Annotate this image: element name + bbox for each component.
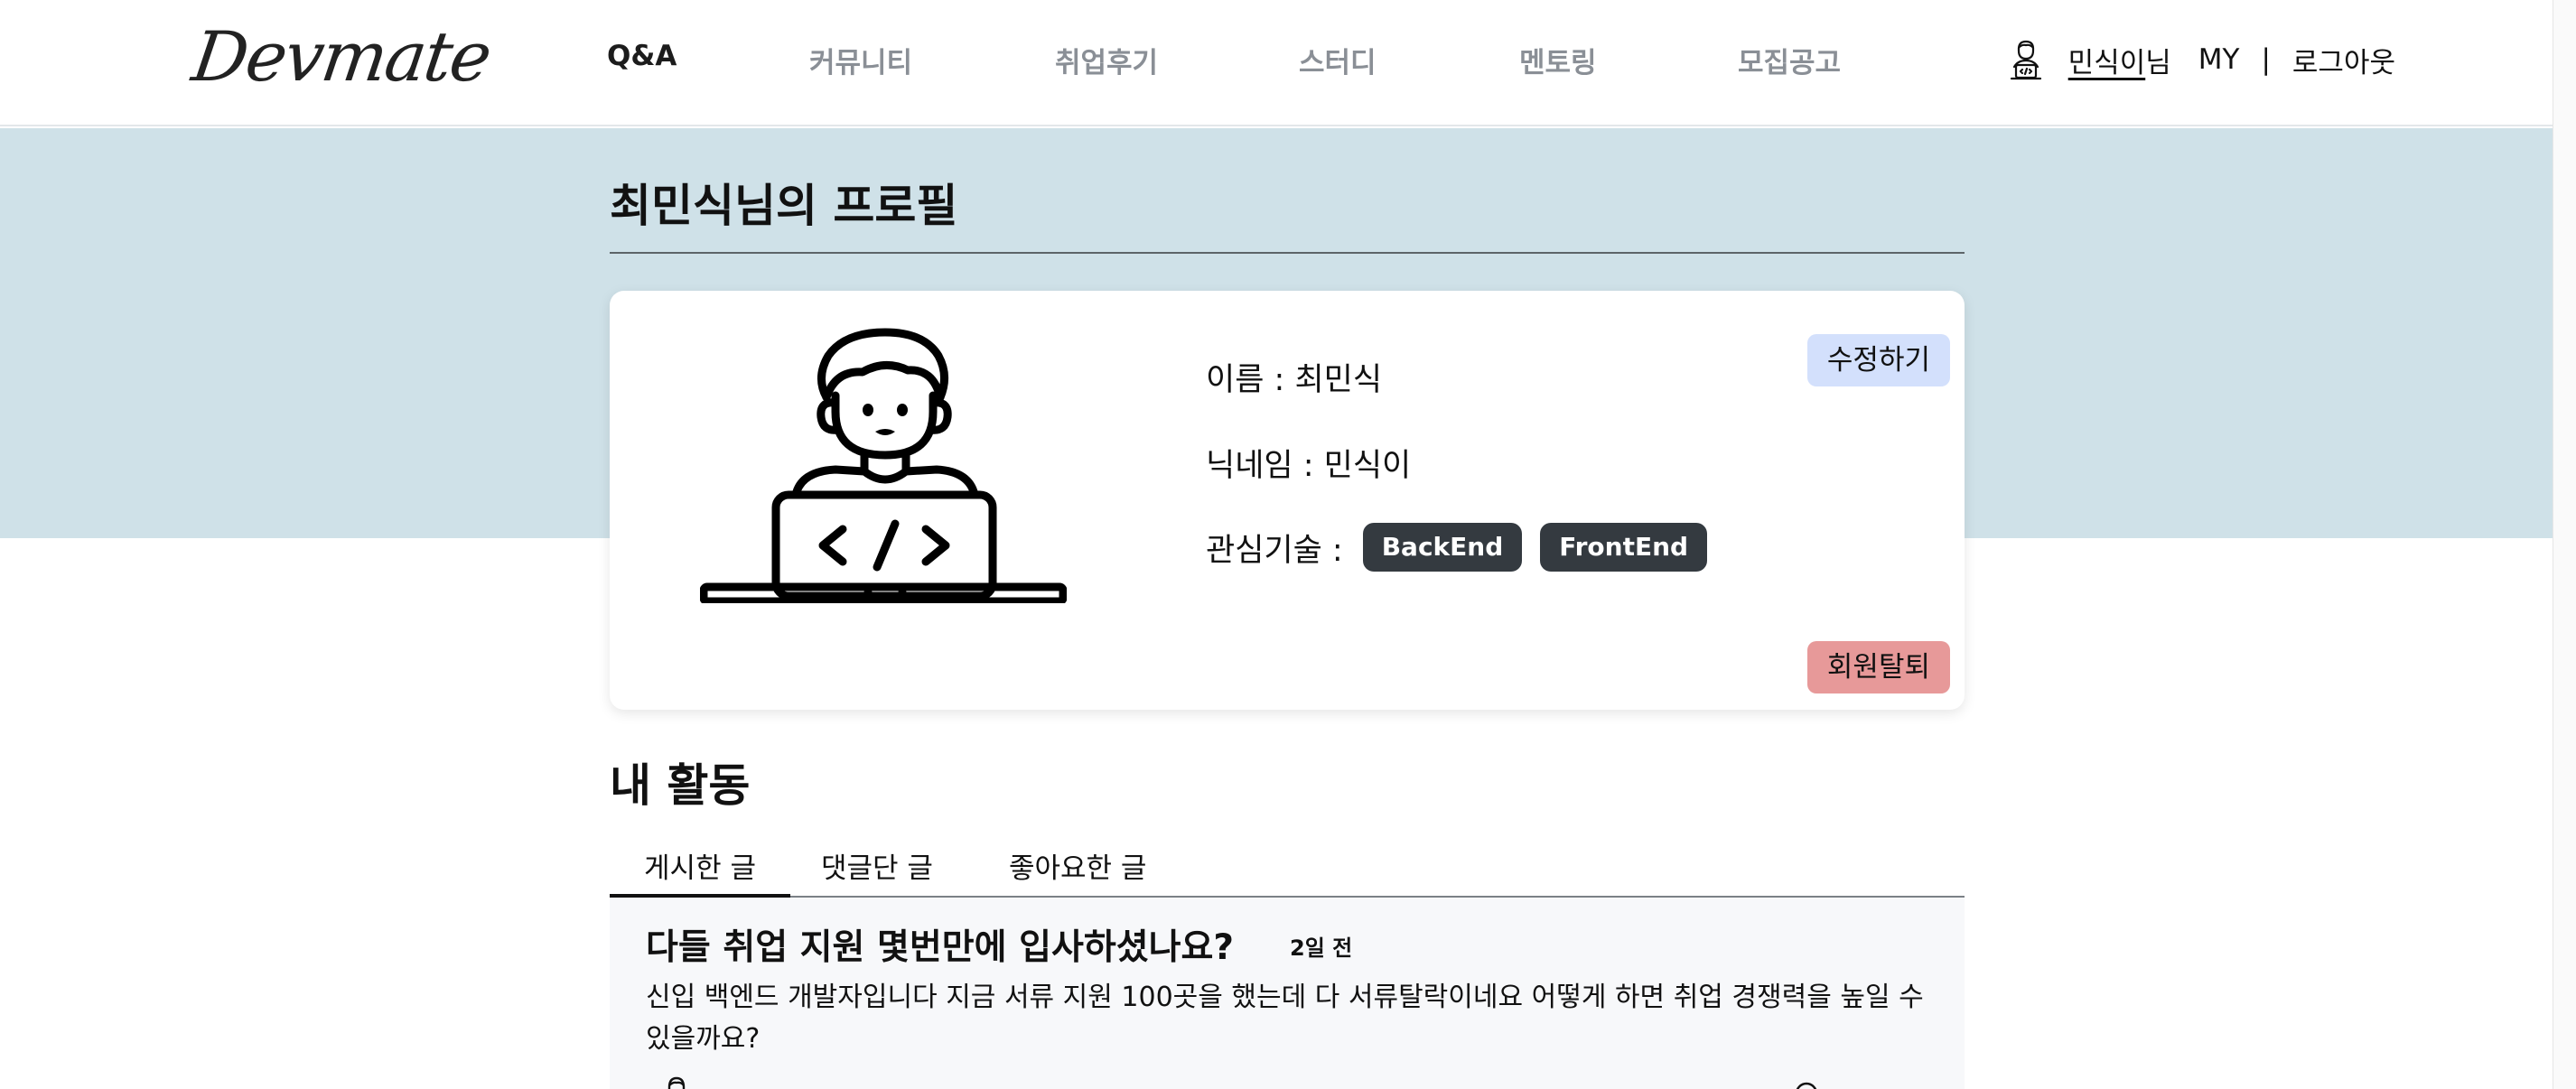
profile-card: 이름 : 최민식 닉네임 : 민식이 관심기술 : BackEnd FrontE… — [610, 291, 1965, 710]
nav-qna[interactable]: Q&A — [607, 40, 677, 72]
site-logo[interactable]: Devmate — [188, 16, 495, 97]
interest-label: 관심기술 : — [1206, 532, 1343, 569]
logout-link[interactable]: 로그아웃 — [2292, 40, 2395, 80]
user-name-link[interactable]: 민식이 — [2068, 40, 2146, 80]
tab-commented[interactable]: 댓글단 글 — [821, 845, 933, 886]
top-header: Devmate Q&A 커뮤니티 취업후기 스터디 멘토링 모집공고 민식이 님… — [0, 0, 2576, 126]
post-title[interactable]: 다들 취업 지원 몇번만에 입사하셨나요? — [646, 919, 1234, 970]
nav-community[interactable]: 커뮤니티 — [809, 40, 912, 80]
interest-row: 관심기술 : BackEnd FrontEnd — [1206, 523, 1708, 572]
page-scrollbar[interactable] — [2553, 0, 2576, 1089]
nav-mentoring[interactable]: 멘토링 — [1519, 40, 1597, 80]
activity-tabs: 게시한 글 댓글단 글 좋아요한 글 — [610, 833, 1965, 898]
user-menu: 민식이 님 MY | 로그아웃 — [2009, 38, 2395, 81]
post-time: 2일 전 — [1290, 935, 1353, 961]
developer-laptop-icon — [700, 328, 1067, 603]
title-divider — [610, 252, 1965, 254]
nav-recruit[interactable]: 모집공고 — [1738, 40, 1841, 80]
comment-icon — [1796, 1082, 1817, 1089]
author-avatar-icon — [667, 1076, 686, 1089]
post-body: 신입 백엔드 개발자입니다 지금 서류 지원 100곳을 했는데 다 서류탈락이… — [646, 982, 1924, 1055]
developer-avatar-icon — [2010, 40, 2041, 80]
menu-separator: | — [2261, 43, 2271, 76]
my-page-link[interactable]: MY — [2198, 43, 2240, 76]
nav-study[interactable]: 스터디 — [1299, 40, 1377, 80]
edit-profile-button[interactable]: 수정하기 — [1806, 334, 1950, 386]
tab-liked[interactable]: 좋아요한 글 — [1009, 845, 1146, 886]
withdraw-button[interactable]: 회원탈퇴 — [1806, 641, 1950, 693]
user-honorific: 님 — [2145, 46, 2171, 79]
post-item[interactable]: 다들 취업 지원 몇번만에 입사하셨나요? 2일 전 신입 백엔드 개발자입니다… — [610, 898, 1965, 1089]
nickname-row: 닉네임 : 민식이 — [1206, 448, 1412, 484]
page-title: 최민식님의 프로필 — [610, 180, 958, 232]
tag-frontend: FrontEnd — [1540, 523, 1708, 572]
activity-title: 내 활동 — [610, 759, 751, 812]
tag-backend: BackEnd — [1362, 523, 1523, 572]
name-row: 이름 : 최민식 — [1206, 362, 1383, 398]
nav-job-review[interactable]: 취업후기 — [1055, 40, 1158, 80]
tab-posted[interactable]: 게시한 글 — [610, 845, 790, 886]
